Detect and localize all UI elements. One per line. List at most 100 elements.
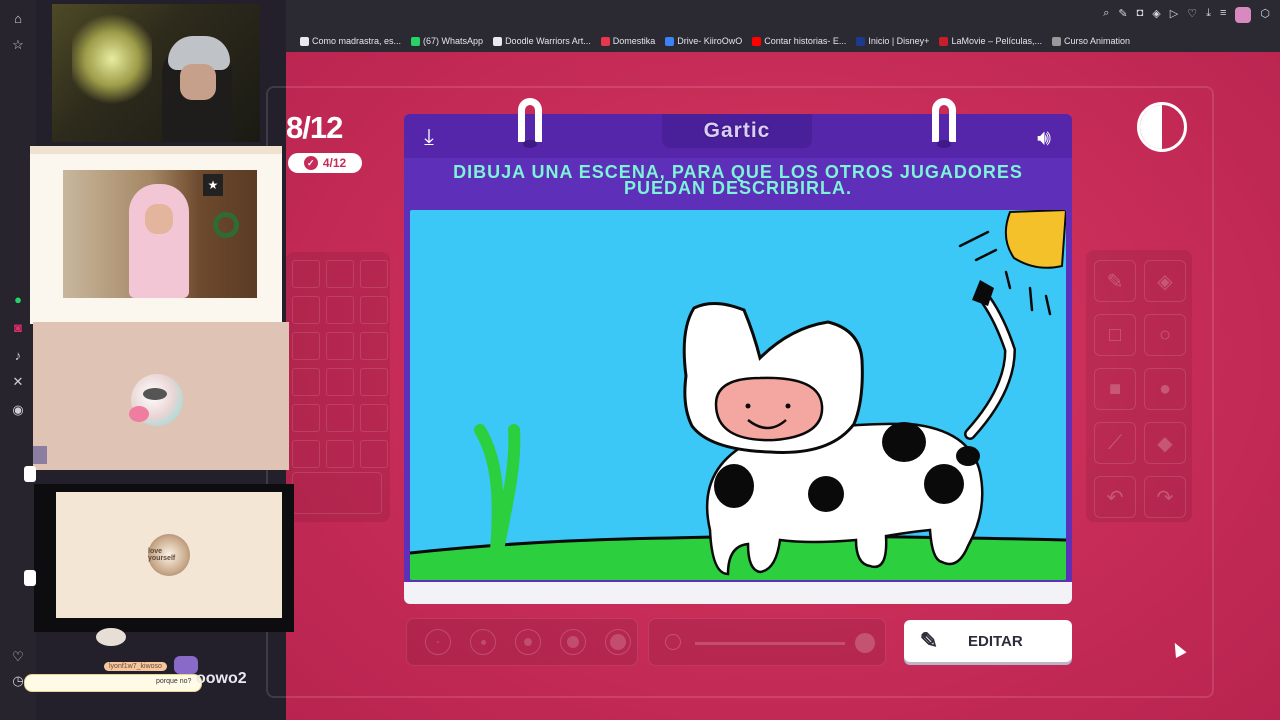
bookmark-label: Inicio | Disney+ [868, 36, 930, 46]
edit-icon[interactable]: ✎ [1118, 7, 1127, 23]
star-icon[interactable]: ☆ [9, 36, 27, 54]
palette-swatch[interactable] [360, 404, 388, 432]
cow-spot [714, 464, 754, 508]
heart-icon[interactable]: ♡ [9, 648, 27, 666]
palette-swatch[interactable] [360, 332, 388, 360]
cow-nostril [745, 403, 751, 409]
gartic-logo: Gartic [662, 114, 812, 148]
home-icon[interactable]: ⌂ [9, 9, 27, 27]
chat-message-text: porque no? [156, 678, 192, 685]
line-tool-icon[interactable]: ⟋ [1094, 422, 1136, 464]
opacity-track[interactable] [695, 642, 845, 645]
edit-button[interactable]: ✎ EDITAR [904, 620, 1072, 662]
binder-ring-left [518, 98, 542, 142]
mini-avatar [96, 628, 126, 646]
stroke-size-option[interactable] [470, 629, 496, 655]
palette-swatch[interactable] [292, 332, 320, 360]
browser-toolbar: ⌕ ✎ ◘ ◈ ▷ ♡ ⤓ ≡ ⬡ [286, 0, 1280, 30]
badge-overlay-panel: love yourself [56, 492, 282, 618]
play-icon[interactable]: ▷ [1170, 7, 1178, 23]
palette-swatch[interactable] [292, 296, 320, 324]
pencil-tool-icon[interactable]: ✎ [1094, 260, 1136, 302]
bookmark-favicon-icon [300, 36, 309, 46]
palette-swatch[interactable] [360, 260, 388, 288]
opacity-slider[interactable] [648, 618, 886, 666]
tiktok-icon[interactable]: ♪ [9, 346, 27, 364]
custom-color-swatch[interactable] [292, 472, 382, 514]
filled-ellipse-tool-icon[interactable]: ● [1144, 368, 1186, 410]
bookmark-item[interactable]: Doodle Warriors Art... [493, 36, 591, 46]
palette-swatch[interactable] [292, 440, 320, 468]
wreath-decoration [213, 212, 239, 238]
palette-swatch[interactable] [360, 440, 388, 468]
color-palette [286, 252, 390, 522]
stroke-size-selector [406, 618, 638, 666]
menu-icon[interactable]: ≡ [1220, 7, 1226, 23]
download-icon[interactable]: ⤓ [1206, 7, 1211, 23]
drawing-prompt: DIBUJA UNA ESCENA, PARA QUE LOS OTROS JU… [404, 163, 1072, 197]
eraser-tool-icon[interactable]: ◈ [1144, 260, 1186, 302]
palette-grid [292, 260, 388, 468]
instagram-icon[interactable]: ◙ [9, 318, 27, 336]
pencil-icon: ✎ [919, 628, 939, 653]
heart-outline-icon[interactable]: ♡ [1187, 7, 1197, 23]
bookmark-favicon-icon [856, 36, 866, 46]
stroke-size-option[interactable] [515, 629, 541, 655]
volume-icon[interactable]: 🔊︎ [1028, 124, 1060, 152]
palette-swatch[interactable] [292, 404, 320, 432]
palette-swatch[interactable] [326, 296, 354, 324]
palette-swatch[interactable] [326, 368, 354, 396]
palette-swatch[interactable] [326, 404, 354, 432]
contrast-toggle-icon[interactable] [1137, 102, 1187, 152]
chat-display-name: oowo2 [196, 670, 247, 687]
x-icon[interactable]: ✕ [9, 373, 27, 391]
stroke-size-option[interactable] [560, 629, 586, 655]
bookmark-item[interactable]: Contar historias- E... [752, 36, 846, 46]
palette-swatch[interactable] [292, 368, 320, 396]
star-decoration-icon: ★ [203, 174, 223, 196]
chat-bot-icon [174, 656, 198, 674]
opacity-handle[interactable] [855, 633, 875, 653]
bookmark-item[interactable]: (67) WhatsApp [411, 36, 483, 46]
filled-rectangle-tool-icon[interactable]: ■ [1094, 368, 1136, 410]
player-icon[interactable]: ◉ [9, 401, 27, 419]
bookmark-item[interactable]: Inicio | Disney+ [856, 36, 929, 46]
redo-icon[interactable]: ↷ [1144, 476, 1186, 518]
chat-username: lyonf1w7_kiwoso [104, 662, 167, 671]
stroke-size-option[interactable] [425, 629, 451, 655]
ellipse-tool-icon[interactable]: ○ [1144, 314, 1186, 356]
round-pill-text: 4/12 [322, 156, 347, 170]
bookmark-favicon-icon [1052, 36, 1061, 46]
stroke-size-option[interactable] [605, 629, 631, 655]
extensions-icon[interactable]: ⬡ [1260, 7, 1270, 23]
bookmark-label: Domestika [612, 36, 656, 46]
bookmark-item[interactable]: Drive- KiiroOwO [665, 36, 742, 46]
download-drawing-icon[interactable]: ⤓ [416, 124, 442, 150]
bookmark-item[interactable]: Curso Animation [1052, 36, 1130, 46]
drawing-canvas[interactable] [410, 210, 1066, 580]
edit-button-label: EDITAR [968, 632, 1023, 650]
palette-swatch[interactable] [326, 332, 354, 360]
palette-swatch[interactable] [360, 296, 388, 324]
fill-bucket-tool-icon[interactable]: ◆ [1144, 422, 1186, 464]
profile-avatar[interactable] [1235, 7, 1252, 23]
round-progress-pill: ✓ 4/12 [288, 153, 362, 173]
camera-icon[interactable]: ◘ [1137, 7, 1144, 23]
bookmark-label: Drive- KiiroOwO [677, 36, 743, 46]
rectangle-tool-icon[interactable]: □ [1094, 314, 1136, 356]
undo-icon[interactable]: ↶ [1094, 476, 1136, 518]
bookmark-favicon-icon [493, 36, 503, 46]
bookmark-item[interactable]: LaMovie – Películas,... [939, 36, 1042, 46]
bookmark-item[interactable]: Domestika [600, 36, 656, 46]
bookmark-favicon-icon [752, 36, 762, 46]
palette-swatch[interactable] [326, 260, 354, 288]
shield-icon[interactable]: ◈ [1152, 7, 1160, 23]
palette-swatch[interactable] [292, 260, 320, 288]
cow-snout [714, 376, 824, 442]
bookmark-item[interactable]: Como madrastra, es... [300, 36, 401, 46]
zoom-icon[interactable]: ⌕ [1103, 7, 1109, 23]
palette-swatch[interactable] [326, 440, 354, 468]
whatsapp-icon[interactable]: ● [9, 290, 27, 308]
palette-swatch[interactable] [360, 368, 388, 396]
love-yourself-badge: love yourself [148, 534, 190, 576]
